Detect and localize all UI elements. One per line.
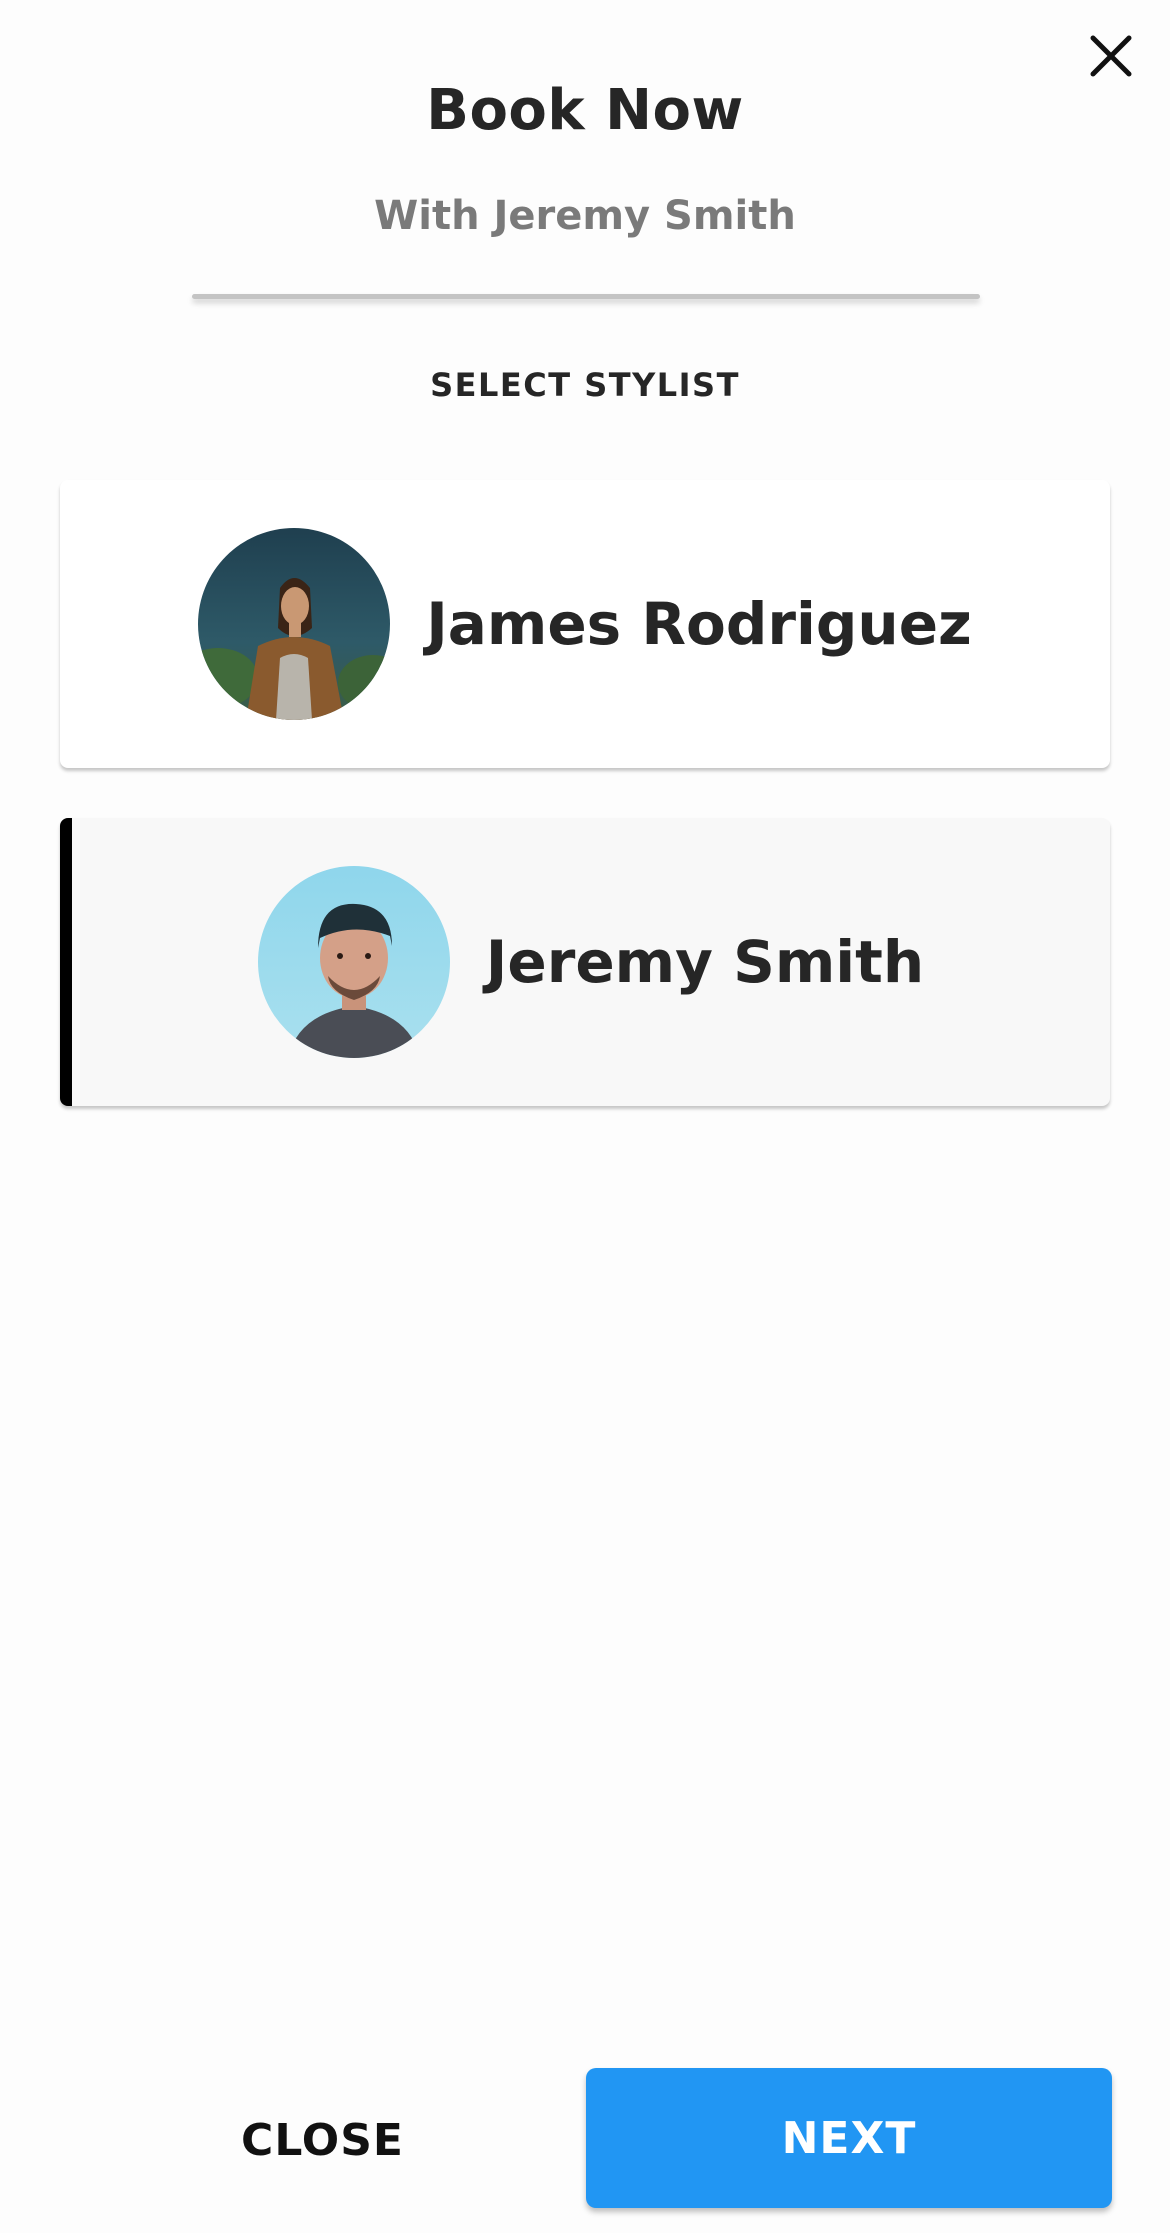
- page-subtitle: With Jeremy Smith: [374, 193, 796, 239]
- booking-modal: Book Now With Jeremy Smith SELECT STYLIS…: [0, 0, 1170, 2233]
- stylist-name: Jeremy Smith: [485, 928, 925, 996]
- page-title: Book Now: [426, 78, 744, 143]
- close-button[interactable]: CLOSE: [140, 2070, 505, 2210]
- next-button[interactable]: NEXT: [586, 2068, 1112, 2208]
- stylist-name: James Rodriguez: [426, 590, 972, 658]
- avatar: [198, 528, 391, 720]
- stylist-card-james-rodriguez[interactable]: James Rodriguez: [60, 480, 1110, 768]
- stylist-card-jeremy-smith[interactable]: Jeremy Smith: [60, 818, 1110, 1106]
- header-divider: [192, 294, 980, 299]
- section-label: SELECT STYLIST: [430, 366, 740, 404]
- close-icon[interactable]: [1085, 30, 1137, 82]
- avatar: [257, 866, 450, 1058]
